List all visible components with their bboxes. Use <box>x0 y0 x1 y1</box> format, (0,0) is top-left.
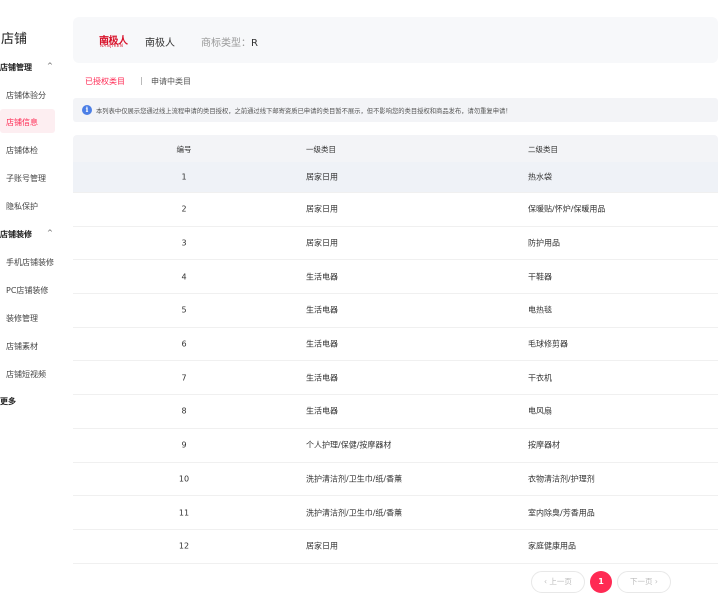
sidebar-item-pc-decoration[interactable]: PC店铺装修 <box>6 285 48 296</box>
cell-level1: 生活电器 <box>306 272 338 282</box>
table-row: 6 生活电器 毛球修剪器 <box>73 328 718 362</box>
table-row: 4 生活电器 干鞋器 <box>73 260 718 295</box>
main-content: 南极人 NANJIREN 南极人 商标类型：R 已授权类目 | 申请中类目 i … <box>73 0 718 603</box>
cell-id: 3 <box>181 238 187 248</box>
cell-level2: 保暖贴/怀炉/保暖用品 <box>528 204 606 214</box>
cell-level1: 洗护清洁剂/卫生巾/纸/香薰 <box>306 508 403 518</box>
sidebar-item-short-videos[interactable]: 店铺短视频 <box>6 369 46 380</box>
sidebar-group-label: 店铺管理 <box>0 63 32 72</box>
brand-type: 商标类型：R <box>201 34 258 49</box>
cell-level1: 个人护理/保健/按摩器材 <box>306 440 392 450</box>
sidebar-item-store-checkup[interactable]: 店铺体检 <box>6 145 38 156</box>
cell-level2: 室内除臭/芳香用品 <box>528 508 595 518</box>
table-row: 10 洗护清洁剂/卫生巾/纸/香薰 衣物清洁剂/护理剂 <box>73 463 718 497</box>
brand-logo: 南极人 NANJIREN <box>99 32 131 48</box>
table-row: 1 居家日用 热水袋 <box>73 162 718 193</box>
category-tabs: 已授权类目 | 申请中类目 <box>73 70 718 92</box>
cell-level1: 生活电器 <box>306 339 338 349</box>
tab-pending-categories[interactable]: 申请中类目 <box>151 76 191 87</box>
cell-id: 2 <box>181 204 187 214</box>
cell-level1: 居家日用 <box>306 172 338 182</box>
cell-id: 12 <box>178 541 190 551</box>
sidebar-item-privacy[interactable]: 隐私保护 <box>6 201 38 212</box>
cell-id: 8 <box>181 406 187 416</box>
sidebar-item-mobile-decoration[interactable]: 手机店铺装修 <box>6 257 54 268</box>
cell-level1: 居家日用 <box>306 541 338 551</box>
brand-type-value: R <box>251 38 258 49</box>
table-header: 编号 一级类目 二级类目 <box>73 135 718 162</box>
cell-level2: 家庭健康用品 <box>528 541 576 551</box>
cell-level2: 热水袋 <box>528 172 552 182</box>
header-level2: 二级类目 <box>528 145 558 154</box>
cell-level1: 洗护清洁剂/卫生巾/纸/香薰 <box>306 474 403 484</box>
header-level1: 一级类目 <box>306 145 336 154</box>
cell-level1: 居家日用 <box>306 204 338 214</box>
header-id: 编号 <box>176 145 192 154</box>
prev-page-button[interactable]: ‹ 上一页 <box>531 571 585 593</box>
info-icon: i <box>82 105 92 115</box>
tab-authorized-categories[interactable]: 已授权类目 <box>85 76 125 87</box>
sidebar-group-label: 店铺装修 <box>0 230 32 239</box>
cell-id: 9 <box>181 440 187 450</box>
brand-logo-en: NANJIREN <box>100 43 124 48</box>
cell-level2: 干鞋器 <box>528 272 552 282</box>
category-table: 编号 一级类目 二级类目 1 居家日用 热水袋 2 居家日用 保暖贴/怀炉/保暖用品 3 居家… <box>73 135 718 564</box>
sidebar-item-sub-accounts[interactable]: 子账号管理 <box>6 173 46 184</box>
cell-level2: 按摩器材 <box>528 440 560 450</box>
brand-card: 南极人 NANJIREN 南极人 商标类型：R <box>73 17 718 63</box>
tab-separator: | <box>140 76 143 85</box>
notice-bar: i 本列表中仅展示您通过线上流程申请的类目授权，之前通过线下邮寄资质已申请的类目… <box>73 98 718 122</box>
sidebar-group-store-management[interactable]: 店铺管理 <box>0 62 32 73</box>
sidebar-item-decoration-management[interactable]: 装修管理 <box>6 313 38 324</box>
cell-level2: 干衣机 <box>528 373 552 383</box>
cell-level2: 衣物清洁剂/护理剂 <box>528 474 595 484</box>
table-body: 1 居家日用 热水袋 2 居家日用 保暖贴/怀炉/保暖用品 3 居家日用 防护用品 4 生活电器 干鞋… <box>73 162 718 564</box>
cell-id: 11 <box>178 508 190 518</box>
sidebar-item-store-info[interactable]: 店铺信息 <box>6 117 38 128</box>
sidebar-item-store-assets[interactable]: 店铺素材 <box>6 341 38 352</box>
cell-level2: 电风扇 <box>528 406 552 416</box>
sidebar-group-store-decoration[interactable]: 店铺装修 <box>0 229 32 240</box>
cell-id: 7 <box>181 373 187 383</box>
sidebar-more[interactable]: 更多 <box>0 396 16 407</box>
next-page-button[interactable]: 下一页 › <box>617 571 671 593</box>
cell-id: 6 <box>181 339 187 349</box>
cell-level2: 电热毯 <box>528 305 552 315</box>
page-number-current[interactable]: 1 <box>590 571 612 593</box>
table-row: 2 居家日用 保暖贴/怀炉/保暖用品 <box>73 193 718 227</box>
table-row: 5 生活电器 电热毯 <box>73 294 718 328</box>
chevron-up-icon[interactable]: ^ <box>47 229 53 237</box>
sidebar: 店铺 店铺管理 ^ 店铺体验分 店铺信息 店铺体检 子账号管理 隐私保护 店铺装… <box>0 0 60 603</box>
brand-name: 南极人 <box>145 38 175 49</box>
notice-text: 本列表中仅展示您通过线上流程申请的类目授权，之前通过线下邮寄资质已申请的类目暂不… <box>96 108 512 115</box>
cell-level1: 居家日用 <box>306 238 338 248</box>
table-row: 3 居家日用 防护用品 <box>73 227 718 261</box>
cell-level2: 防护用品 <box>528 238 560 248</box>
cell-level1: 生活电器 <box>306 373 338 383</box>
cell-id: 10 <box>178 474 190 484</box>
cell-level1: 生活电器 <box>306 305 338 315</box>
chevron-up-icon[interactable]: ^ <box>47 62 53 70</box>
sidebar-title: 店铺 <box>1 32 28 47</box>
table-row: 11 洗护清洁剂/卫生巾/纸/香薰 室内除臭/芳香用品 <box>73 496 718 530</box>
sidebar-item-experience-score[interactable]: 店铺体验分 <box>6 90 46 101</box>
brand-type-label: 商标类型： <box>201 38 251 49</box>
cell-level1: 生活电器 <box>306 406 338 416</box>
table-row: 8 生活电器 电风扇 <box>73 395 718 429</box>
cell-id: 4 <box>181 272 187 282</box>
cell-level2: 毛球修剪器 <box>528 339 568 349</box>
table-row: 7 生活电器 干衣机 <box>73 361 718 396</box>
table-row: 12 居家日用 家庭健康用品 <box>73 530 718 564</box>
table-row: 9 个人护理/保健/按摩器材 按摩器材 <box>73 429 718 463</box>
cell-id: 5 <box>181 305 187 315</box>
cell-id: 1 <box>181 172 187 182</box>
